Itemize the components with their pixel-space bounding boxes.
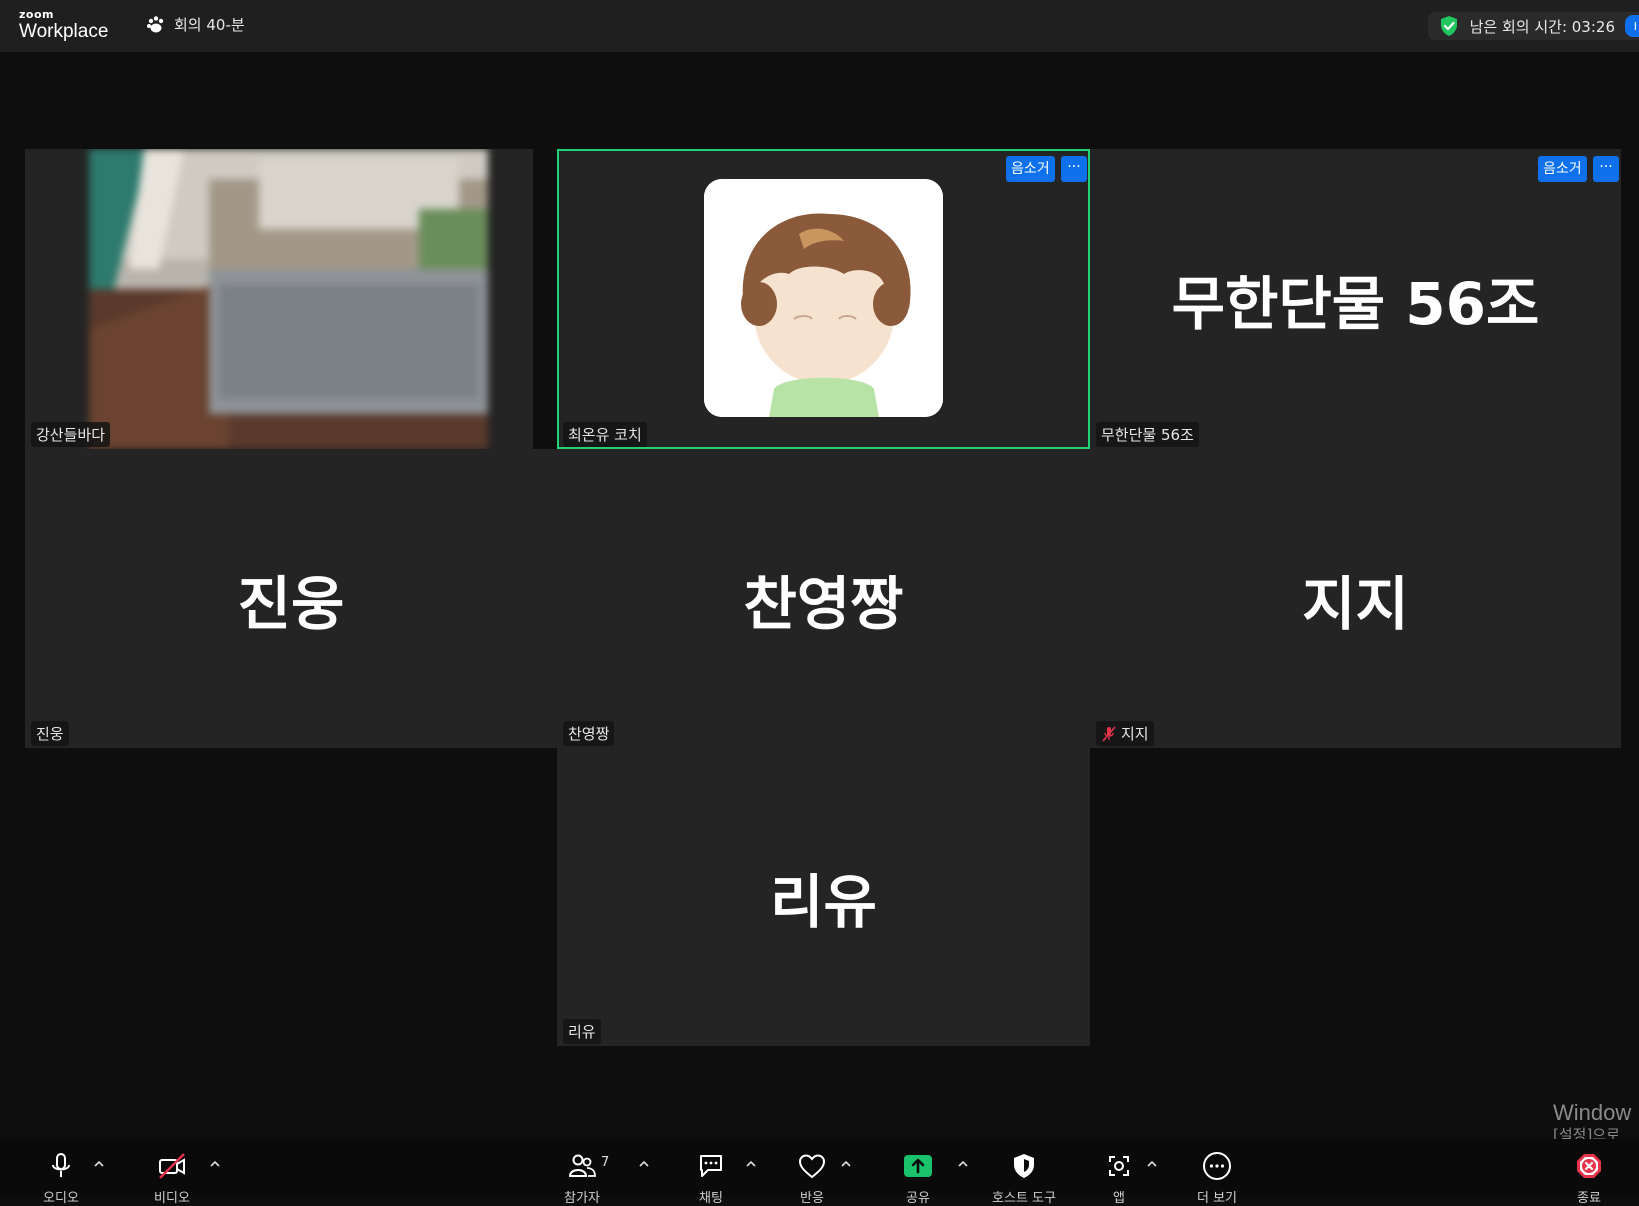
heart-icon	[798, 1154, 826, 1179]
participant-name-tag: 찬영짱	[563, 721, 615, 746]
camera-scene-image	[89, 149, 488, 449]
participant-display-name: 무한단물 56조	[1171, 270, 1540, 338]
participants-count: 7	[601, 1155, 610, 1170]
participant-tile-active-speaker[interactable]: 음소거 ··· 최온유 코치	[557, 149, 1090, 449]
participant-name-tag: 리유	[563, 1019, 601, 1044]
share-options-chevron-up-icon[interactable]	[956, 1159, 970, 1169]
audio-options-chevron-up-icon[interactable]	[92, 1159, 106, 1169]
host-tools-button[interactable]: 호스트 도구	[984, 1151, 1064, 1206]
microphone-icon	[52, 1153, 70, 1177]
meeting-toolbar: 오디오 비디오 참가자 7 채팅 반응 공유 호스트 도구 앱 더 보기 종료	[0, 1139, 1639, 1206]
timer-text: 남은 회의 시간: 03:26	[1469, 17, 1615, 36]
end-meeting-button[interactable]: 종료	[1549, 1151, 1629, 1206]
participant-display-name: 리유	[770, 868, 877, 936]
participant-name-tag: 진웅	[31, 721, 69, 746]
participants-icon	[568, 1154, 596, 1177]
participant-tile[interactable]: 강산들바다	[25, 149, 533, 449]
security-shield-icon	[1440, 16, 1457, 36]
chat-button[interactable]: 채팅	[671, 1151, 751, 1206]
windows-activation-watermark: Window [설정]으로	[1553, 1100, 1631, 1144]
participant-name: 진웅	[36, 725, 64, 743]
camera-video-feed	[89, 149, 488, 449]
top-bar: zoom Workplace 회의 40-분 남은 회의 시간: 03:26 I	[0, 0, 1639, 52]
cartoon-avatar-image	[704, 179, 943, 417]
shield-icon	[1014, 1154, 1034, 1178]
mic-muted-icon	[1102, 725, 1116, 742]
participant-name-tag: 무한단물 56조	[1096, 422, 1199, 447]
participant-name-tag: 최온유 코치	[563, 422, 647, 447]
participant-name: 리유	[568, 1023, 596, 1041]
end-close-icon	[1577, 1154, 1601, 1178]
participant-tile[interactable]: 지지 지지	[1090, 449, 1621, 748]
participant-tile[interactable]: 찬영짱 찬영짱	[557, 449, 1090, 748]
participant-name-tag: 강산들바다	[31, 422, 111, 447]
participants-button[interactable]: 참가자	[542, 1151, 622, 1206]
logo-small-text: zoom	[19, 8, 54, 21]
reactions-options-chevron-up-icon[interactable]	[839, 1159, 853, 1169]
watermark-line-1: Window	[1553, 1100, 1632, 1125]
participant-name: 무한단물 56조	[1101, 426, 1194, 444]
participant-name: 최온유 코치	[568, 426, 642, 444]
participant-name: 찬영짱	[568, 725, 610, 743]
zoom-logo: zoom Workplace	[19, 9, 108, 41]
share-screen-arrow-up-icon	[904, 1155, 932, 1177]
paw-icon	[147, 15, 164, 32]
more-options-button[interactable]: ···	[1061, 156, 1087, 182]
meeting-info[interactable]: 회의 40-분	[146, 14, 245, 35]
video-button[interactable]: 비디오	[132, 1151, 212, 1206]
participants-options-chevron-up-icon[interactable]	[637, 1159, 651, 1169]
chat-bubble-icon	[700, 1155, 722, 1177]
video-off-icon	[159, 1153, 185, 1179]
apps-options-chevron-up-icon[interactable]	[1145, 1159, 1159, 1169]
more-dots-icon	[1203, 1152, 1231, 1180]
participant-display-name: 찬영짱	[743, 569, 904, 638]
participant-tile[interactable]: 진웅 진웅	[25, 449, 557, 748]
profile-avatar	[704, 179, 943, 417]
timer-badge-icon[interactable]: I	[1625, 15, 1639, 37]
participant-name: 지지	[1121, 725, 1149, 743]
video-options-chevron-up-icon[interactable]	[208, 1159, 222, 1169]
participant-name: 강산들바다	[36, 426, 106, 444]
mute-button[interactable]: 음소거	[1006, 156, 1055, 182]
mute-button[interactable]: 음소거	[1538, 156, 1587, 182]
share-screen-button[interactable]: 공유	[878, 1151, 958, 1206]
participant-tile[interactable]: 무한단물 56조 음소거 ··· 무한단물 56조	[1090, 149, 1621, 449]
more-button[interactable]: 더 보기	[1177, 1151, 1257, 1206]
apps-icon	[1109, 1156, 1129, 1176]
meeting-timer[interactable]: 남은 회의 시간: 03:26 I	[1427, 12, 1639, 40]
chat-options-chevron-up-icon[interactable]	[744, 1159, 758, 1169]
participant-tile[interactable]: 리유 리유	[557, 748, 1090, 1046]
logo-big-text: Workplace	[19, 21, 109, 42]
participant-display-name: 진웅	[237, 569, 345, 638]
participant-name-tag: 지지	[1096, 721, 1154, 746]
audio-button[interactable]: 오디오	[21, 1151, 101, 1206]
more-options-button[interactable]: ···	[1593, 156, 1619, 182]
meeting-title: 회의 40-분	[174, 16, 245, 34]
participant-display-name: 지지	[1302, 569, 1409, 638]
